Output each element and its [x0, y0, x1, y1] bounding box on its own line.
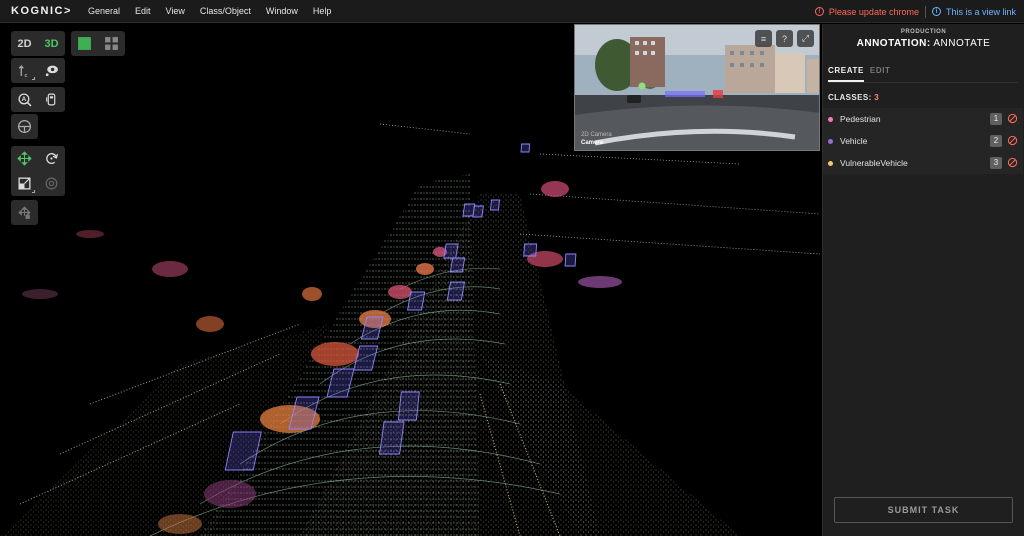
- class-color-dot: [828, 138, 833, 144]
- grid-view-button[interactable]: [98, 31, 125, 56]
- eye-icon: [45, 65, 58, 77]
- menu-general[interactable]: General: [88, 6, 120, 16]
- page-title-rest: ANNOTATE: [933, 38, 991, 49]
- rotate-icon: [46, 153, 59, 164]
- environment-label: PRODUCTION: [900, 29, 947, 35]
- expand-icon: ⤢: [801, 33, 810, 43]
- class-item-vulnerable-vehicle[interactable]: VulnerableVehicle 3: [823, 152, 1023, 174]
- single-view-button[interactable]: [71, 31, 98, 56]
- camera-help-button[interactable]: ?: [776, 30, 793, 47]
- svg-text:c: c: [25, 73, 28, 78]
- 3d-viewport[interactable]: 2D 3D c A ≡ ? ⤢ 2D Camera Camera: [0, 24, 822, 536]
- layout-toggle: [71, 31, 125, 56]
- menu-window[interactable]: Window: [266, 6, 298, 16]
- notice-divider: [924, 5, 926, 18]
- tab-edit[interactable]: EDIT: [870, 66, 891, 82]
- auto-annotate-icon: A: [18, 93, 32, 107]
- vehicle-side-icon: [46, 93, 56, 106]
- menu-class-object[interactable]: Class/Object: [200, 6, 251, 16]
- tab-create[interactable]: CREATE: [828, 66, 864, 82]
- pointer-icon: c: [18, 64, 28, 78]
- kognic-logo: KOGNIC>: [11, 5, 72, 17]
- class-item-pedestrian[interactable]: Pedestrian 1: [823, 108, 1023, 130]
- info-circle-icon: i: [931, 7, 941, 16]
- rotate-tool[interactable]: [38, 146, 65, 171]
- disable-class-icon[interactable]: [1007, 157, 1018, 168]
- point-tools: [11, 200, 38, 225]
- pointer-tool[interactable]: c: [11, 58, 38, 83]
- view-link-notice[interactable]: i This is a view link: [931, 6, 1016, 17]
- submenu-mark: [32, 190, 35, 193]
- alert-circle-icon: !: [814, 7, 824, 16]
- camera-view[interactable]: ≡ ? ⤢ 2D Camera Camera: [574, 24, 820, 151]
- submit-task-button[interactable]: SUBMIT TASK: [834, 497, 1013, 523]
- drive-tools: [11, 114, 38, 139]
- scale-icon: [18, 177, 31, 190]
- page-title-bold: ANNOTATION:: [856, 38, 931, 49]
- move-icon: [17, 151, 32, 166]
- auto-annotate-tool[interactable]: A: [11, 87, 38, 112]
- select-tools: c: [11, 58, 65, 83]
- view-3d-button[interactable]: 3D: [38, 31, 65, 56]
- transform-tools: [11, 146, 65, 196]
- class-name: VulnerableVehicle: [840, 158, 908, 168]
- page-title: ANNOTATION: ANNOTATE: [823, 38, 1024, 49]
- classes-count: 3: [874, 93, 880, 102]
- steering-wheel-icon: [17, 119, 32, 134]
- class-color-dot: [828, 116, 833, 122]
- classes-heading: CLASSES: 3: [828, 93, 1024, 102]
- menu-view[interactable]: View: [165, 6, 184, 16]
- panel-tabs: CREATE EDIT: [828, 66, 1018, 83]
- camera-expand-button[interactable]: ⤢: [797, 30, 814, 47]
- grid-view-icon: [105, 37, 118, 50]
- disable-class-icon[interactable]: [1007, 113, 1018, 124]
- move-tool[interactable]: [11, 146, 38, 171]
- submenu-mark: [32, 77, 35, 80]
- classes-label: CLASSES:: [828, 93, 872, 102]
- menu-bar: KOGNIC> General Edit View Class/Object W…: [0, 0, 1024, 23]
- annotate-tools: A: [11, 87, 65, 112]
- camera-caption: 2D Camera Camera: [581, 131, 612, 147]
- add-point-tool[interactable]: [11, 200, 38, 225]
- class-hotkey: 3: [990, 157, 1002, 169]
- camera-sensor-label: 2D Camera: [581, 132, 612, 138]
- single-view-icon: [78, 37, 91, 50]
- update-chrome-text: Please update chrome: [828, 6, 919, 17]
- scale-tool[interactable]: [11, 171, 38, 196]
- svg-text:A: A: [22, 96, 27, 103]
- add-point-icon: [18, 206, 31, 219]
- disable-class-icon[interactable]: [1007, 135, 1018, 146]
- class-color-dot: [828, 160, 833, 166]
- side-panel: PRODUCTION ANNOTATION: ANNOTATE CREATE E…: [822, 24, 1024, 536]
- update-chrome-notice[interactable]: ! Please update chrome: [814, 6, 919, 17]
- menu-help[interactable]: Help: [313, 6, 332, 16]
- lock-rotate-tool[interactable]: [38, 171, 65, 196]
- notices: ! Please update chrome i This is a view …: [814, 0, 1016, 23]
- class-hotkey: 1: [990, 113, 1002, 125]
- class-item-vehicle[interactable]: Vehicle 2: [823, 130, 1023, 152]
- view-mode-toggle: 2D 3D: [11, 31, 65, 56]
- vehicle-box-tool[interactable]: [38, 87, 65, 112]
- class-name: Vehicle: [840, 136, 868, 146]
- follow-ego-tool[interactable]: [11, 114, 38, 139]
- help-icon: ?: [781, 33, 787, 44]
- look-tool[interactable]: [38, 58, 65, 83]
- class-list: Pedestrian 1 Vehicle 2 VulnerableVehicle…: [823, 108, 1023, 174]
- class-hotkey: 2: [990, 135, 1002, 147]
- class-name: Pedestrian: [840, 114, 881, 124]
- camera-adjust-button[interactable]: ≡: [755, 30, 772, 47]
- adjust-icon: ≡: [760, 33, 767, 44]
- view-link-text: This is a view link: [945, 6, 1016, 17]
- view-2d-button[interactable]: 2D: [11, 31, 38, 56]
- lock-rotate-icon: [45, 177, 58, 190]
- menu-edit[interactable]: Edit: [135, 6, 151, 16]
- camera-name: Camera: [581, 140, 604, 146]
